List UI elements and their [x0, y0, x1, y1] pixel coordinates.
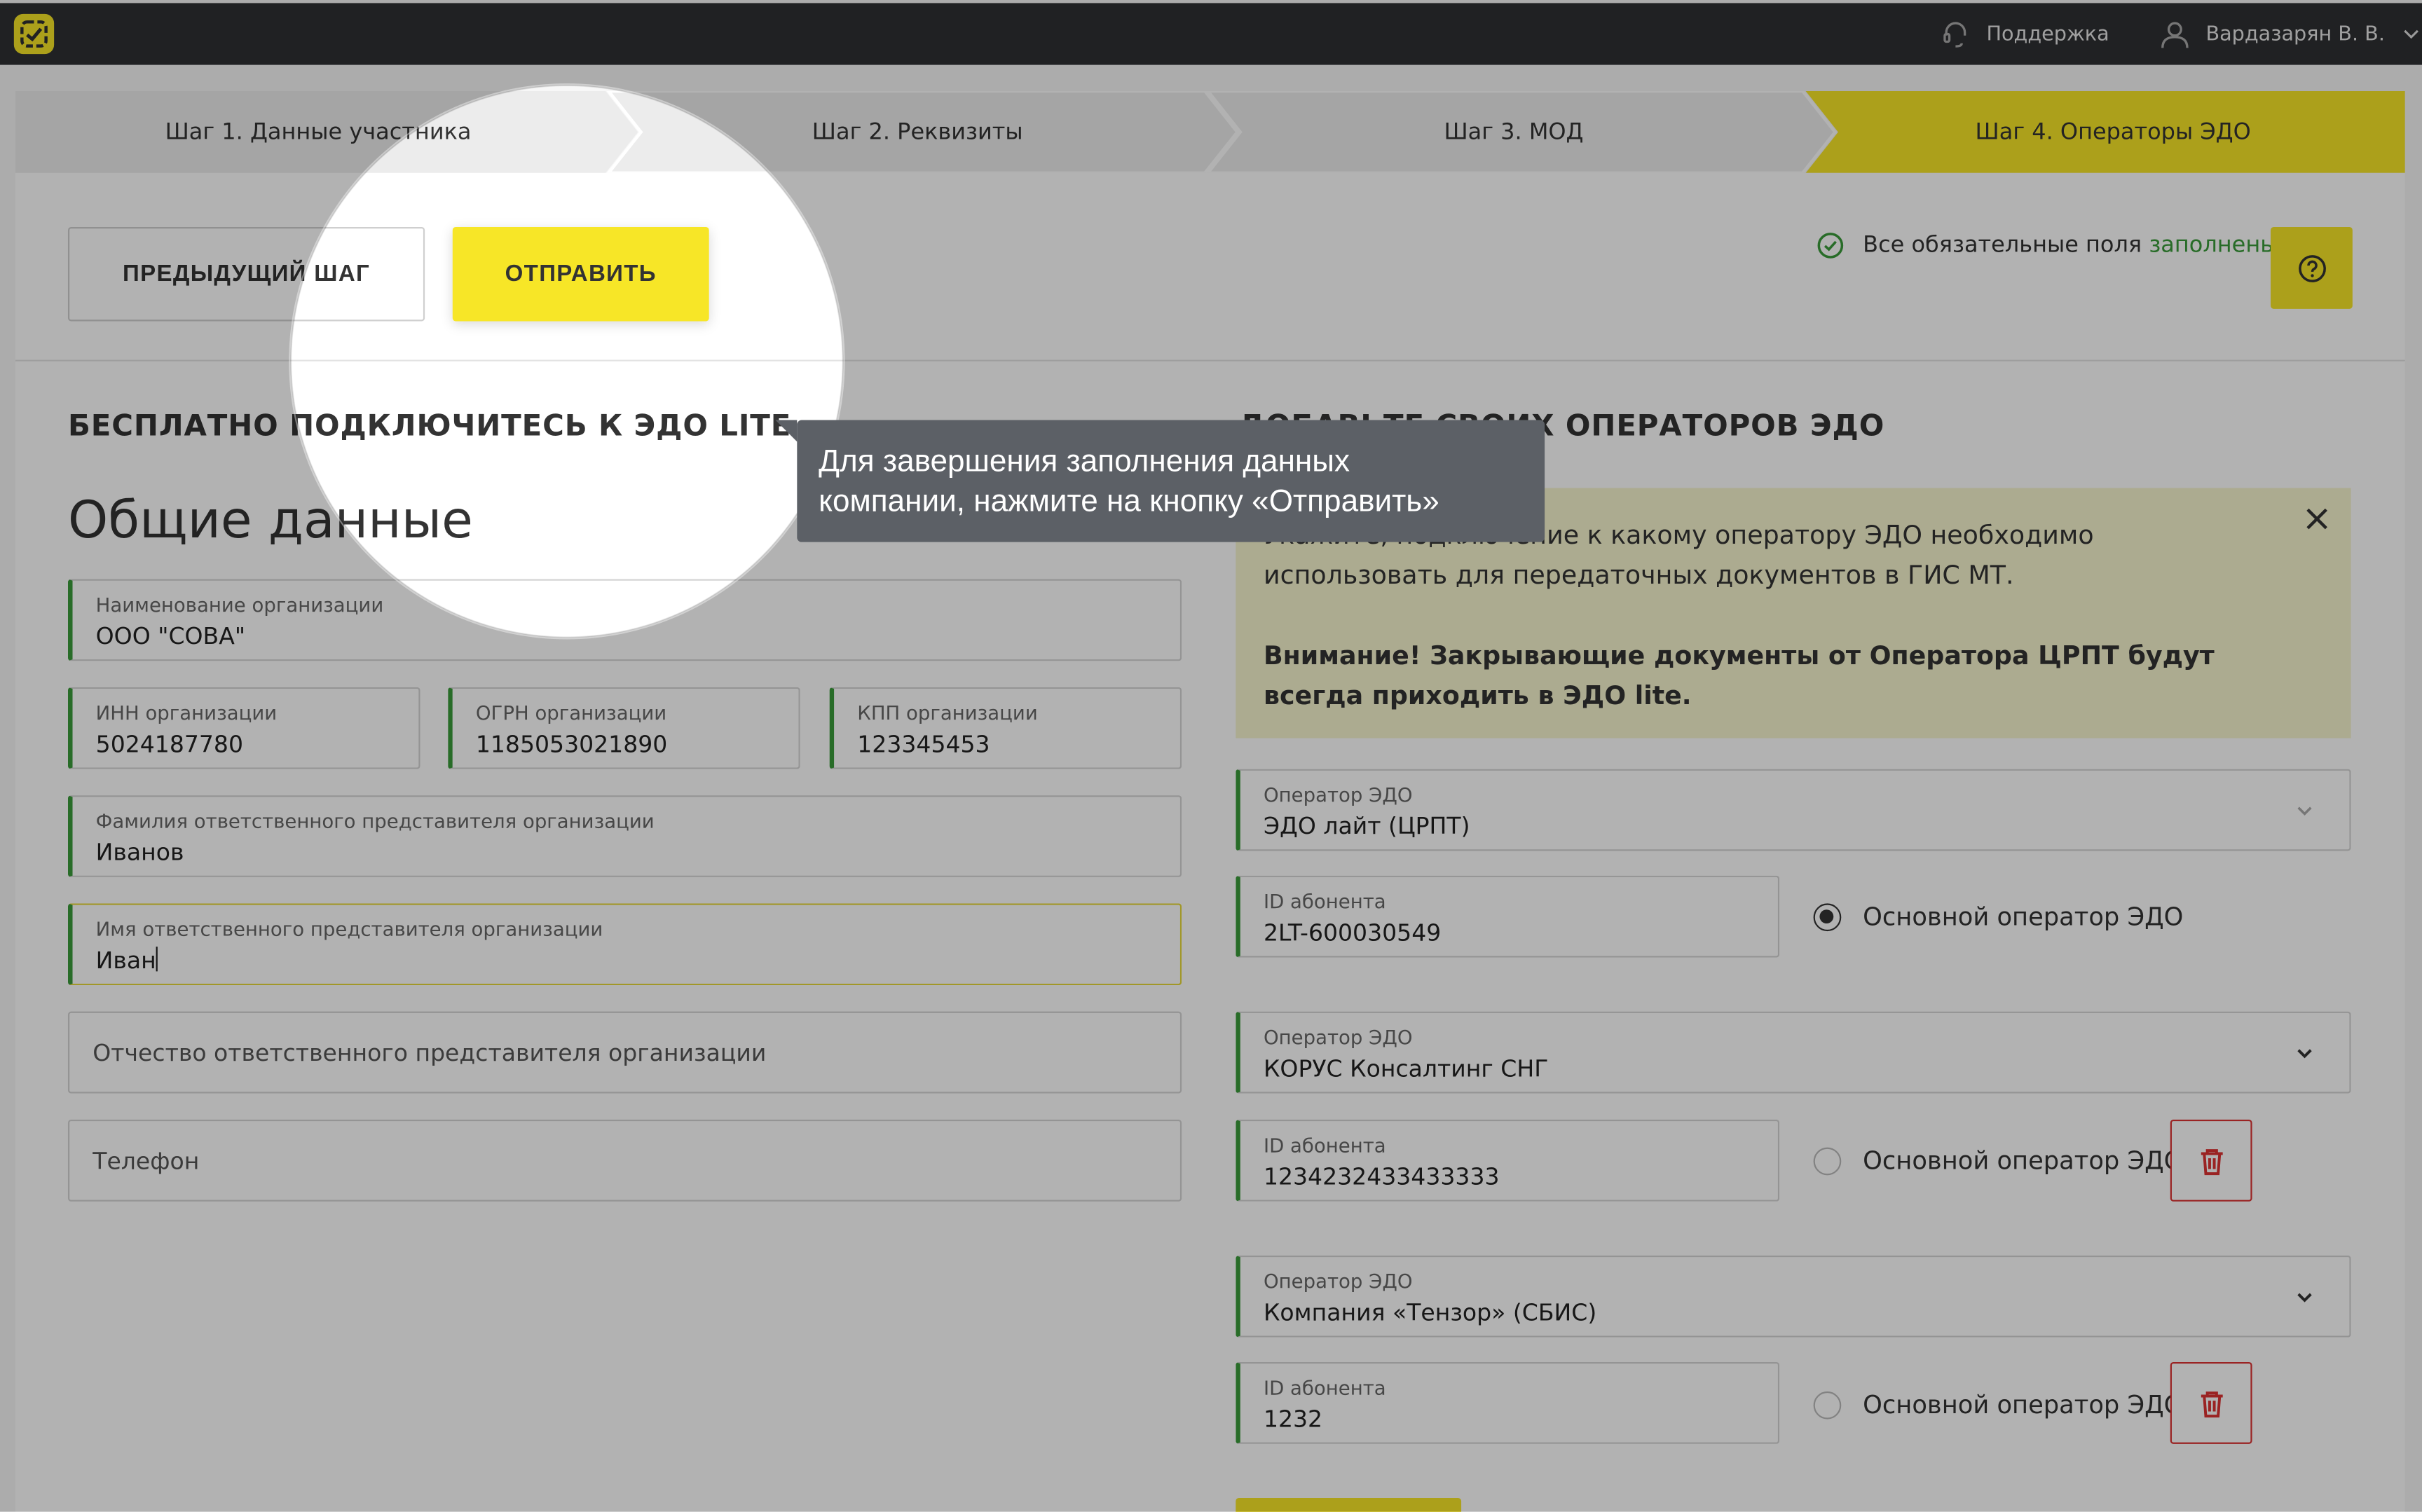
headset-icon	[1943, 22, 1966, 48]
subscriber-id-field-1[interactable]: ID абонента 2LT-600030549	[1236, 875, 1780, 958]
onboarding-tooltip: Для завершения заполнения данных компани…	[775, 420, 1545, 542]
close-icon[interactable]	[2301, 504, 2332, 535]
first-name-field[interactable]: Имя ответственного представителя организ…	[67, 903, 1182, 986]
delete-operator-button-3[interactable]	[2170, 1362, 2252, 1444]
add-operator-button[interactable]	[1236, 1497, 1462, 1512]
step-4[interactable]: Шаг 4. Операторы ЭДО	[1819, 91, 2407, 173]
inn-field[interactable]: ИНН организации 5024187780	[67, 687, 420, 769]
step-2[interactable]: Шаг 2. Реквизиты	[621, 91, 1214, 173]
radio-selected[interactable]	[1813, 902, 1842, 930]
support-label: Поддержка	[1986, 22, 2109, 46]
subscriber-id-field-3[interactable]: ID абонента 1232	[1236, 1362, 1780, 1444]
operator-select-3[interactable]: Оператор ЭДО Компания «Тензор» (СБИС)	[1236, 1255, 2351, 1338]
trash-icon	[2200, 1148, 2222, 1174]
previous-step-button[interactable]: ПРЕДЫДУЩИЙ ШАГ	[67, 227, 425, 322]
left-section-title: БЕСПЛАТНО ПОДКЛЮЧИТЕСЬ К ЭДО LITE	[67, 409, 792, 444]
ogrn-field[interactable]: ОГРН организации 1185053021890	[448, 687, 800, 769]
kpp-field[interactable]: КПП организации 123345453	[829, 687, 1182, 769]
patronymic-field[interactable]: Отчество ответственного представителя ор…	[67, 1011, 1182, 1094]
general-data-heading: Общие данные	[67, 489, 473, 550]
primary-operator-radio-3[interactable]: Основной оператор ЭДО	[1813, 1390, 2183, 1420]
surname-field[interactable]: Фамилия ответственного представителя орг…	[67, 795, 1182, 877]
subscriber-id-field-2[interactable]: ID абонента 1234232433433333	[1236, 1119, 1780, 1202]
logo-icon[interactable]	[13, 13, 55, 55]
top-bar: Поддержка Вардазарян В. В.	[0, 3, 2422, 65]
user-menu[interactable]: Вардазарян В. В.	[2159, 18, 2422, 49]
org-name-field[interactable]: Наименование организации ООО "СОВА"	[67, 579, 1182, 661]
radio-unselected[interactable]	[1813, 1390, 1842, 1419]
step-3[interactable]: Шаг 3. МОД	[1220, 91, 1807, 173]
primary-operator-radio-2[interactable]: Основной оператор ЭДО	[1813, 1146, 2183, 1175]
chevron-down-icon	[2297, 1292, 2312, 1302]
question-circle-icon	[2298, 254, 2325, 282]
radio-unselected[interactable]	[1813, 1146, 1842, 1175]
operator-select-1[interactable]: Оператор ЭДО ЭДО лайт (ЦРПТ)	[1236, 769, 2351, 851]
user-name: Вардазарян В. В.	[2205, 22, 2385, 46]
chevron-down-icon	[2297, 806, 2312, 815]
trash-icon	[2200, 1391, 2222, 1417]
info-warning: Внимание! Закрывающие документы от Опера…	[1263, 640, 2215, 710]
primary-operator-radio-1[interactable]: Основной оператор ЭДО	[1813, 902, 2183, 931]
operator-select-2[interactable]: Оператор ЭДО КОРУС Консалтинг СНГ	[1236, 1011, 2351, 1094]
action-toolbar: ПРЕДЫДУЩИЙ ШАГ ОТПРАВИТЬ Все обязательны…	[15, 172, 2405, 362]
support-link[interactable]: Поддержка	[1940, 18, 2109, 49]
page: Поддержка Вардазарян В. В. Шаг 1. Данные…	[0, 0, 2422, 1512]
check-circle-icon	[1817, 233, 1844, 259]
stepper: Шаг 1. Данные участника Шаг 2. Реквизиты…	[15, 91, 2405, 173]
chevron-down-icon	[2404, 29, 2418, 39]
status-ok-text: заполнены	[2149, 233, 2278, 259]
phone-field[interactable]: Телефон	[67, 1119, 1182, 1202]
user-icon	[2161, 22, 2189, 48]
help-button[interactable]	[2271, 227, 2353, 309]
status-text: Все обязательные поля	[1863, 233, 2149, 259]
submit-button[interactable]: ОТПРАВИТЬ	[452, 227, 709, 322]
validation-status: Все обязательные поля заполнены	[1817, 232, 2278, 260]
chevron-down-icon	[2297, 1048, 2312, 1058]
step-1[interactable]: Шаг 1. Данные участника	[15, 91, 621, 173]
delete-operator-button-2[interactable]	[2170, 1119, 2252, 1202]
